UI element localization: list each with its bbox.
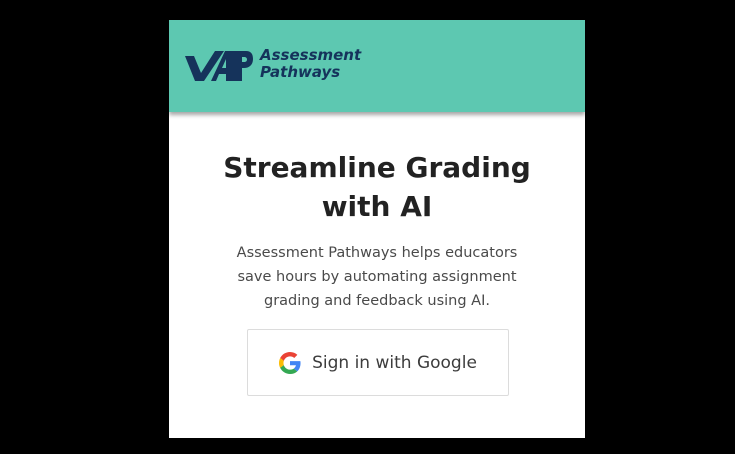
- google-sign-in-button[interactable]: Sign in with Google: [247, 329, 509, 396]
- brand-name: Assessment Pathways: [260, 47, 361, 81]
- google-g-icon: [279, 351, 301, 374]
- page-title: Streamline Grading with AI: [223, 151, 531, 223]
- brand-name-line1: Assessment: [260, 46, 362, 64]
- brand-header: Assessment Pathways: [169, 20, 585, 112]
- hero-description: Assessment Pathways helps educators save…: [236, 245, 518, 309]
- vap-logo-icon: [185, 51, 253, 81]
- brand-name-line2: Pathways: [260, 63, 341, 81]
- login-card: Assessment Pathways Streamline Grading w…: [169, 20, 585, 438]
- google-sign-in-label: Sign in with Google: [312, 352, 477, 373]
